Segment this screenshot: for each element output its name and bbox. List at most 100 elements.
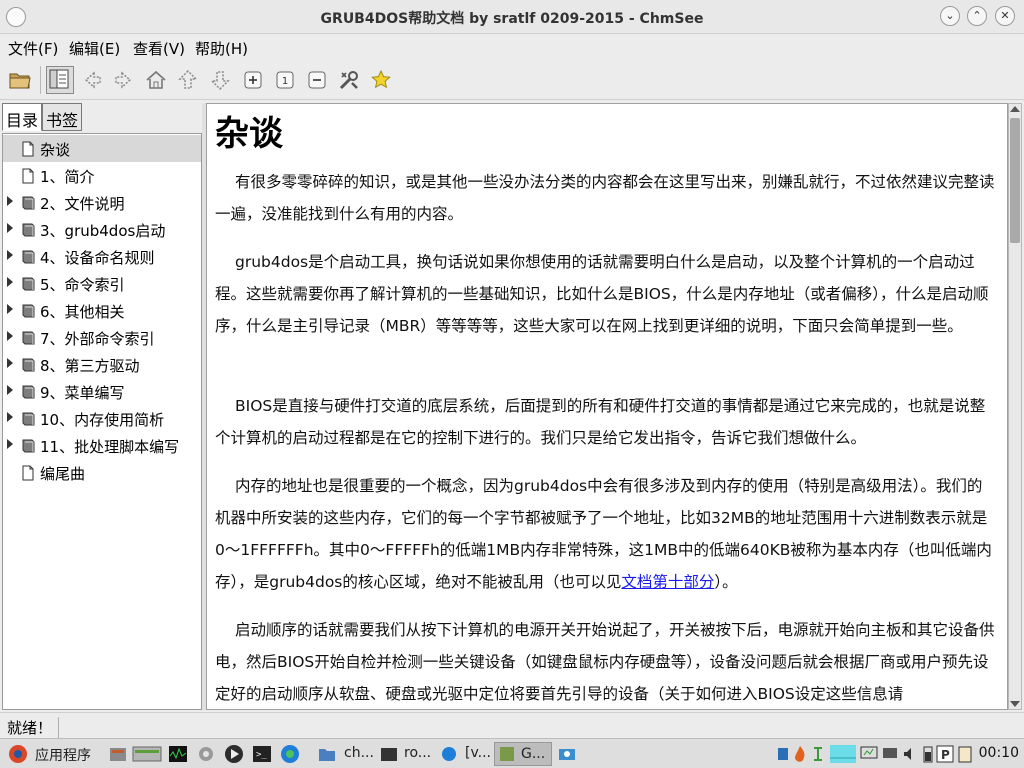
book-icon	[21, 411, 35, 427]
zoom-out-icon[interactable]	[305, 68, 329, 92]
volume-tray-icon[interactable]	[902, 744, 918, 764]
toc-item[interactable]: 5、命令索引	[3, 270, 201, 297]
toc-item[interactable]: 11、批处理脚本编写	[3, 432, 201, 459]
menu-help[interactable]: 帮助(H)	[195, 38, 248, 59]
toc-item[interactable]: 6、其他相关	[3, 297, 201, 324]
expand-arrow-icon[interactable]	[7, 223, 13, 233]
screenshot-task-icon[interactable]	[557, 744, 577, 764]
toc-item-label: 11、批处理脚本编写	[40, 438, 180, 456]
system-monitor-icon[interactable]	[168, 744, 188, 764]
network-tray-icon[interactable]	[776, 744, 790, 764]
toc-tree: 杂谈 1、简介 2、文件说明 3、grub4dos启动 4、设备命名规则 5、命令索引 6、…	[2, 133, 202, 710]
page-icon	[21, 465, 35, 481]
browser-task-icon	[440, 744, 458, 764]
cpu-graph-tray-icon	[830, 744, 856, 764]
menu-file[interactable]: 文件(F)	[8, 38, 58, 59]
menu-edit[interactable]: 编辑(E)	[69, 38, 120, 59]
toc-item[interactable]: 编尾曲	[3, 459, 201, 486]
media-player-icon[interactable]	[224, 744, 244, 764]
close-button[interactable]: ✕	[995, 6, 1015, 26]
doc-part-10-link[interactable]: 文档第十部分	[621, 573, 714, 591]
expand-arrow-icon[interactable]	[7, 250, 13, 260]
task-root-terminal[interactable]: ro...	[404, 742, 431, 766]
flame-tray-icon[interactable]	[792, 744, 808, 764]
toc-item[interactable]: 杂谈	[3, 135, 201, 162]
preferences-icon[interactable]	[337, 68, 361, 92]
monitor-tray-icon[interactable]	[860, 744, 878, 764]
toc-item-label: 9、菜单编写	[40, 384, 125, 402]
svg-text:>_: >_	[256, 750, 267, 760]
desktop-pager-icon[interactable]	[132, 744, 162, 764]
open-folder-icon[interactable]	[8, 68, 32, 92]
menu-view[interactable]: 查看(V)	[133, 38, 185, 59]
paragraph-4: 内存的地址也是很重要的一个概念，因为grub4dos中会有很多涉及到内存的使用（…	[215, 470, 997, 598]
next-page-icon[interactable]	[208, 68, 232, 92]
book-icon	[21, 303, 35, 319]
zoom-reset-icon[interactable]: 1	[273, 68, 297, 92]
maximize-button[interactable]: ⌃	[967, 6, 987, 26]
previous-page-icon[interactable]	[176, 68, 200, 92]
vertical-scrollbar[interactable]	[1008, 103, 1022, 710]
status-bar: 就绪！	[0, 712, 1024, 738]
clipboard-tray-icon[interactable]	[957, 744, 973, 764]
toc-item[interactable]: 10、内存使用简析	[3, 405, 201, 432]
expand-arrow-icon[interactable]	[7, 196, 13, 206]
toc-item-label: 1、简介	[40, 168, 95, 186]
parking-tray-icon[interactable]: P	[936, 744, 954, 764]
battery-tray-icon[interactable]	[922, 744, 934, 764]
tab-bookmarks[interactable]: 书签	[42, 103, 82, 131]
toc-item[interactable]: 2、文件说明	[3, 189, 201, 216]
book-icon	[21, 276, 35, 292]
expand-arrow-icon[interactable]	[7, 412, 13, 422]
forward-icon[interactable]	[112, 68, 136, 92]
expand-arrow-icon[interactable]	[7, 331, 13, 341]
task-chmsee-active[interactable]: G...	[494, 742, 552, 766]
file-manager-launcher-icon[interactable]	[108, 744, 128, 764]
expand-arrow-icon[interactable]	[7, 304, 13, 314]
paragraph-2: grub4dos是个启动工具，换句话说如果你想使用的话就需要明白什么是启动，以及…	[215, 253, 989, 335]
toggle-sidebar-icon[interactable]	[46, 66, 74, 94]
applications-menu-button[interactable]: 应用程序	[35, 742, 91, 766]
toc-item[interactable]: 9、菜单编写	[3, 378, 201, 405]
clock[interactable]: 00:10	[979, 745, 1019, 761]
toc-item[interactable]: 8、第三方驱动	[3, 351, 201, 378]
svg-text:1: 1	[282, 76, 288, 87]
taskbar: 应用程序 >_ ch... ro... [v... G... P 00:10	[0, 738, 1024, 768]
task-chmsee-folder[interactable]: ch...	[344, 742, 374, 766]
scroll-down-icon[interactable]	[1010, 701, 1020, 707]
toc-item-label: 6、其他相关	[40, 303, 125, 321]
settings-launcher-icon[interactable]	[196, 744, 216, 764]
minimize-button[interactable]: ⌄	[940, 6, 960, 26]
toc-item[interactable]: 4、设备命名规则	[3, 243, 201, 270]
transfer-tray-icon[interactable]	[812, 744, 824, 764]
toc-item[interactable]: 1、简介	[3, 162, 201, 189]
applications-menu-icon[interactable]	[8, 744, 28, 764]
home-icon[interactable]	[144, 68, 168, 92]
terminal-launcher-icon[interactable]: >_	[252, 744, 272, 764]
expand-arrow-icon[interactable]	[7, 439, 13, 449]
book-icon	[21, 222, 35, 238]
scrollbar-thumb[interactable]	[1010, 118, 1020, 243]
expand-arrow-icon[interactable]	[7, 385, 13, 395]
expand-arrow-icon[interactable]	[7, 358, 13, 368]
terminal-task-icon	[380, 744, 398, 764]
expand-arrow-icon[interactable]	[7, 277, 13, 287]
book-icon	[21, 195, 35, 211]
paragraph-1: 有很多零零碎碎的知识，或是其他一些没办法分类的内容都会在这里写出来，别嫌乱就行，…	[215, 173, 995, 223]
status-text: 就绪！	[7, 717, 60, 738]
scroll-up-icon[interactable]	[1010, 106, 1020, 112]
display-tray-icon[interactable]	[882, 744, 898, 764]
book-icon	[21, 384, 35, 400]
task-browser[interactable]: [v...	[465, 742, 491, 766]
favorite-star-icon[interactable]	[369, 68, 393, 92]
toc-item[interactable]: 3、grub4dos启动	[3, 216, 201, 243]
title-bar: GRUB4DOS帮助文档 by sratlf 0209-2015 - ChmSe…	[0, 0, 1024, 34]
back-icon[interactable]	[80, 68, 104, 92]
toc-item-label: 7、外部命令索引	[40, 330, 155, 348]
toc-item[interactable]: 7、外部命令索引	[3, 324, 201, 351]
browser-launcher-icon[interactable]	[280, 744, 300, 764]
chmsee-task-icon	[500, 747, 514, 761]
paragraph-4-text: 内存的地址也是很重要的一个概念，因为grub4dos中会有很多涉及到内存的使用（…	[215, 477, 992, 591]
tab-contents[interactable]: 目录	[2, 103, 42, 131]
zoom-in-icon[interactable]	[241, 68, 265, 92]
